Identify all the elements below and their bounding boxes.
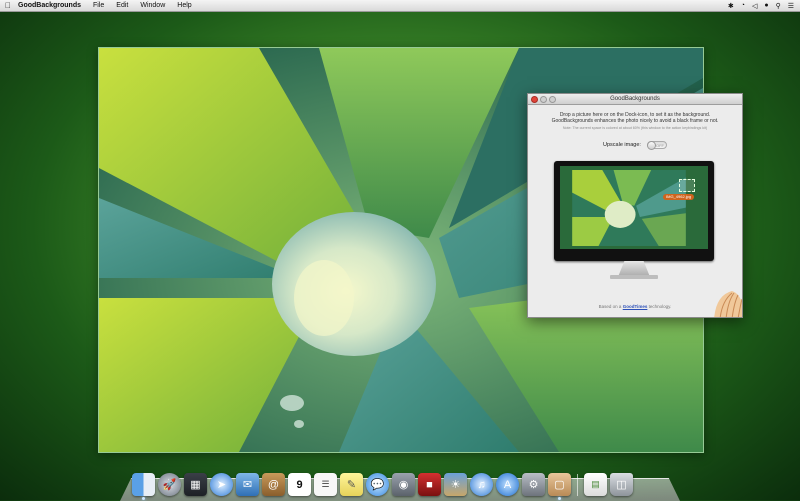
imac-display: IMG_4962.jpg bbox=[554, 161, 714, 261]
menu-app-name[interactable]: GoodBackgrounds bbox=[16, 0, 87, 11]
apple-menu-icon[interactable]:  bbox=[0, 1, 16, 10]
volume-icon[interactable]: ◁ bbox=[752, 2, 757, 10]
finder-icon[interactable] bbox=[132, 473, 155, 500]
wifi-icon[interactable]: ◔ bbox=[741, 2, 745, 9]
user-icon[interactable]: ● bbox=[764, 2, 768, 9]
photo-booth-icon[interactable]: ■ bbox=[418, 473, 441, 496]
toggle-knob bbox=[646, 140, 656, 150]
seashell-icon bbox=[714, 291, 742, 317]
messages-icon[interactable]: 💬 bbox=[366, 473, 389, 496]
dock-separator bbox=[577, 474, 578, 496]
dock: 🚀 ▦ ➤ ✉ @ 9 ☰ ✎ 💬 ◉ ■ ☀ ♫ A ⚙ ▢ ▤ ◫ bbox=[132, 464, 672, 500]
menu-edit[interactable]: Edit bbox=[110, 0, 134, 11]
app-store-icon[interactable]: A bbox=[496, 473, 519, 496]
menu-bar:  GoodBackgrounds File Edit Window Help … bbox=[0, 0, 800, 12]
bluetooth-icon[interactable]: ✱ bbox=[728, 2, 734, 10]
itunes-icon[interactable]: ♫ bbox=[470, 473, 493, 496]
menu-help[interactable]: Help bbox=[171, 0, 197, 11]
window-note: Note: The current space is colored at ab… bbox=[562, 126, 708, 130]
iphoto-icon[interactable]: ☀ bbox=[444, 473, 467, 496]
safari-icon[interactable]: ➤ bbox=[210, 473, 233, 496]
mail-icon[interactable]: ✉ bbox=[236, 473, 259, 496]
window-title: GoodBackgrounds bbox=[610, 96, 660, 102]
contacts-icon[interactable]: @ bbox=[262, 473, 285, 496]
close-button[interactable] bbox=[531, 96, 538, 103]
upscale-label: Upscale image: bbox=[603, 141, 641, 148]
window-description: Drop a picture here or on the Dock-icon,… bbox=[551, 112, 719, 124]
upscale-row: Upscale image: OFF bbox=[528, 140, 742, 150]
mission-control-icon[interactable]: ▦ bbox=[184, 473, 207, 496]
trash-icon[interactable]: ◫ bbox=[610, 473, 633, 496]
reminders-icon[interactable]: ☰ bbox=[314, 473, 337, 496]
spotlight-icon[interactable]: ⚲ bbox=[776, 2, 781, 10]
calendar-icon[interactable]: 9 bbox=[288, 473, 311, 496]
minimize-button[interactable] bbox=[540, 96, 547, 103]
goodbackgrounds-icon[interactable]: ▢ bbox=[548, 473, 571, 500]
upscale-toggle[interactable]: OFF bbox=[646, 140, 667, 150]
preview-image bbox=[572, 170, 686, 246]
goodtimes-link[interactable]: GoodTimes bbox=[623, 304, 648, 309]
notes-icon[interactable]: ✎ bbox=[340, 473, 363, 496]
window-titlebar[interactable]: GoodBackgrounds bbox=[528, 94, 742, 105]
system-preferences-icon[interactable]: ⚙ bbox=[522, 473, 545, 496]
launchpad-icon[interactable]: 🚀 bbox=[158, 473, 181, 496]
preview-screen: IMG_4962.jpg bbox=[560, 166, 708, 249]
menu-file[interactable]: File bbox=[87, 0, 110, 11]
menu-window[interactable]: Window bbox=[134, 0, 171, 11]
document-icon[interactable]: ▤ bbox=[584, 473, 607, 496]
imac-preview[interactable]: IMG_4962.jpg bbox=[554, 161, 714, 286]
drop-target-icon[interactable] bbox=[679, 179, 695, 192]
goodbackgrounds-window[interactable]: GoodBackgrounds Drop a picture here or o… bbox=[527, 93, 743, 318]
toggle-state-text: OFF bbox=[655, 142, 664, 148]
dropped-file-label: IMG_4962.jpg bbox=[663, 194, 695, 200]
notification-center-icon[interactable]: ☰ bbox=[788, 2, 794, 10]
facetime-icon[interactable]: ◉ bbox=[392, 473, 415, 496]
zoom-button[interactable] bbox=[549, 96, 556, 103]
imac-foot bbox=[610, 275, 658, 279]
